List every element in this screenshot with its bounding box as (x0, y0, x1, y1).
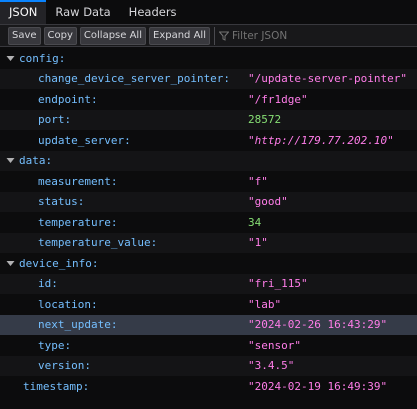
key-port: port: (38, 113, 72, 127)
value-temperature-value: "1" (248, 236, 268, 250)
tree-row[interactable]: endpoint: "/fr1dge" (0, 89, 417, 110)
tree-row[interactable]: timestamp: "2024-02-19 16:49:39" (0, 376, 417, 397)
filter-icon (218, 31, 229, 41)
toolbar-separator (213, 26, 215, 45)
tab-headers[interactable]: Headers (120, 0, 186, 24)
value-type: "sensor" (248, 338, 301, 352)
key-device-info: device_info: (19, 256, 99, 270)
tree-row[interactable]: port: 28572 (0, 109, 417, 130)
value-location: "lab" (248, 297, 282, 311)
collapse-all-button[interactable]: Collapse All (79, 26, 146, 45)
key-type: type: (38, 338, 72, 352)
tree-row[interactable]: change_device_server_pointer: "/update-s… (0, 68, 417, 89)
key-data: data: (19, 154, 53, 168)
tree-row-device-info[interactable]: device_info: (0, 253, 417, 274)
json-toolbar: Save Copy Collapse All Expand All Filter… (0, 25, 417, 47)
tree-row-config[interactable]: config: (0, 48, 417, 69)
key-version: version: (38, 359, 91, 373)
key-change-device-server-pointer: change_device_server_pointer: (38, 72, 231, 86)
value-version: "3.4.5" (248, 359, 295, 373)
value-endpoint: "/fr1dge" (248, 92, 308, 106)
tab-headers-label: Headers (128, 5, 177, 19)
expanded-arrow-icon[interactable] (6, 54, 15, 63)
copy-button[interactable]: Copy (43, 26, 77, 45)
tree-row[interactable]: id: "fri_115" (0, 273, 417, 294)
tree-row[interactable]: version: "3.4.5" (0, 355, 417, 376)
save-button[interactable]: Save (8, 26, 41, 45)
tree-row[interactable]: location: "lab" (0, 294, 417, 315)
expand-all-button[interactable]: Expand All (149, 26, 210, 45)
key-location: location: (38, 297, 98, 311)
value-change-device-server-pointer: "/update-server-pointer" (248, 72, 407, 86)
expanded-arrow-icon[interactable] (6, 156, 15, 165)
tab-raw-data[interactable]: Raw Data (46, 0, 119, 24)
expanded-arrow-icon[interactable] (6, 259, 15, 268)
tab-json[interactable]: JSON (0, 0, 47, 24)
filter-json-input[interactable]: Filter JSON (218, 29, 288, 42)
filter-placeholder: Filter JSON (231, 29, 288, 42)
value-id: "fri_115" (248, 277, 308, 291)
key-config: config: (19, 51, 66, 65)
value-port: 28572 (248, 113, 282, 127)
value-measurement: "f" (248, 174, 268, 188)
key-status: status: (38, 195, 85, 209)
viewer-tabbar: JSON Raw Data Headers (0, 0, 417, 25)
tree-row[interactable]: measurement: "f" (0, 171, 417, 192)
tree-row[interactable]: temperature_value: "1" (0, 232, 417, 253)
value-next-update: "2024-02-26 16:43:29" (248, 318, 388, 332)
value-temperature: 34 (248, 215, 262, 229)
key-temperature-value: temperature_value: (38, 236, 158, 250)
key-temperature: temperature: (38, 215, 118, 229)
key-next-update: next_update: (38, 318, 118, 332)
tree-row[interactable]: update_server: "http://179.77.202.10" (0, 130, 417, 151)
tree-row[interactable]: status: "good" (0, 191, 417, 212)
value-update-server[interactable]: "http://179.77.202.10" (248, 134, 394, 147)
key-id: id: (38, 277, 58, 291)
key-update-server: update_server: (38, 133, 131, 147)
tree-row[interactable]: type: "sensor" (0, 335, 417, 356)
tree-row-selected[interactable]: next_update: "2024-02-26 16:43:29" (0, 314, 417, 335)
tree-row-data[interactable]: data: (0, 150, 417, 171)
tree-row[interactable]: temperature: 34 (0, 212, 417, 233)
key-measurement: measurement: (38, 174, 118, 188)
tab-json-label: JSON (9, 5, 38, 19)
key-endpoint: endpoint: (38, 92, 98, 106)
tab-raw-data-label: Raw Data (55, 5, 111, 19)
key-timestamp: timestamp: (23, 379, 90, 393)
value-status: "good" (248, 195, 288, 209)
value-timestamp: "2024-02-19 16:49:39" (248, 379, 388, 393)
